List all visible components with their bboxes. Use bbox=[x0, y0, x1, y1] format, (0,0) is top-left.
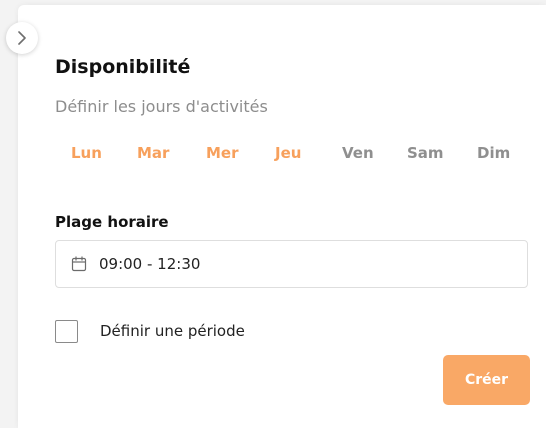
weekday-selector: Lun Mar Mer Jeu Ven Sam Dim bbox=[55, 144, 525, 166]
day-dim[interactable]: Dim bbox=[477, 144, 510, 162]
day-mar[interactable]: Mar bbox=[137, 144, 169, 162]
collapse-panel-button[interactable] bbox=[6, 22, 38, 54]
time-range-value: 09:00 - 12:30 bbox=[99, 255, 201, 273]
chevron-right-icon bbox=[18, 31, 26, 45]
time-range-input[interactable]: 09:00 - 12:30 bbox=[55, 240, 528, 288]
time-range-label: Plage horaire bbox=[55, 213, 169, 231]
panel-title: Disponibilité bbox=[55, 56, 191, 78]
day-mer[interactable]: Mer bbox=[206, 144, 239, 162]
define-period-label[interactable]: Définir une période bbox=[100, 322, 245, 340]
day-jeu[interactable]: Jeu bbox=[275, 144, 301, 162]
define-period-checkbox[interactable] bbox=[55, 320, 78, 343]
create-button[interactable]: Créer bbox=[443, 355, 530, 405]
calendar-icon bbox=[71, 255, 89, 273]
day-lun[interactable]: Lun bbox=[71, 144, 102, 162]
panel-subtitle: Définir les jours d'activités bbox=[55, 97, 268, 116]
day-sam[interactable]: Sam bbox=[407, 144, 444, 162]
day-ven[interactable]: Ven bbox=[342, 144, 374, 162]
